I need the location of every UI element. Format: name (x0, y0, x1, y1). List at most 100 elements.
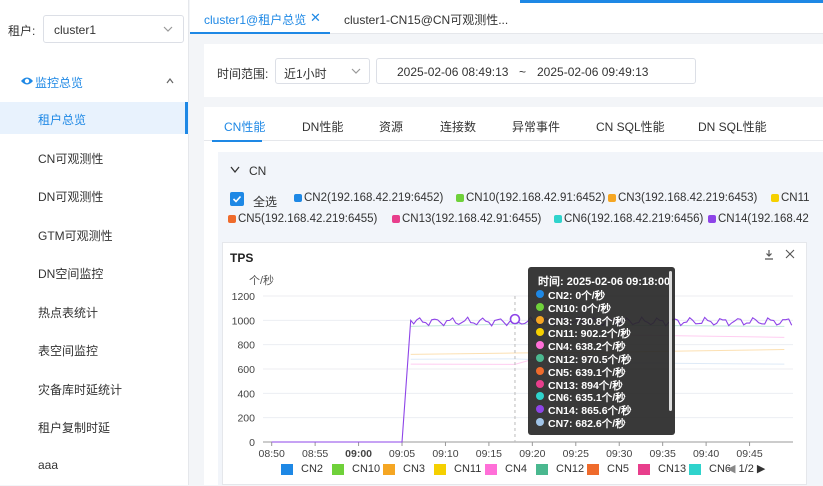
sidebar-item[interactable]: aaa (0, 449, 189, 481)
legend-label: CN10 (352, 463, 381, 475)
series-dot (536, 302, 544, 311)
tenant-select[interactable]: cluster1 (43, 15, 184, 43)
sidebar-item[interactable]: 灾备库时延统计 (0, 372, 189, 404)
sidebar-item[interactable]: DN可观测性 (0, 179, 189, 211)
page-tab-bar: cluster1@租户总览 ✕ cluster1-CN15@CN可观测性... (190, 0, 823, 34)
legend-label: CN14(192.168.42 (718, 213, 809, 225)
y-tick-label: 0 (249, 437, 255, 449)
sidebar-item[interactable]: DN空间监控 (0, 256, 189, 288)
x-tick-label: 09:10 (432, 448, 458, 460)
sidebar-item-label: GTM可观测性 (38, 228, 113, 243)
series-dot (536, 341, 544, 350)
subtab[interactable]: 资源 (367, 107, 403, 141)
subtab[interactable]: DN性能 (290, 107, 343, 141)
x-tick-label: 09:00 (345, 448, 372, 460)
chart-tooltip: 时间: 2025-02-06 09:18:00 CN2: 0个/秒 CN10: 0… (528, 267, 675, 435)
subtab-label: CN SQL性能 (596, 120, 665, 134)
end-date: 2025-02-06 09:49:13 (537, 65, 649, 79)
subtab[interactable]: 异常事件 (500, 107, 560, 141)
legend-label: CN3 (403, 463, 426, 475)
sidebar-item[interactable]: 表空间监控 (0, 333, 189, 365)
metric-subtabs: CN性能 DN性能 资源 连接数 异常事件 CN SQL性能 DN SQL性能 (204, 107, 823, 142)
sidebar-item[interactable]: CN可观测性 (0, 141, 189, 173)
nav-group-monitor-overview[interactable]: 监控总览 (0, 64, 189, 98)
series-dot (536, 366, 544, 375)
subtab-label: 连接数 (440, 120, 477, 134)
subtab[interactable]: CN性能 (212, 107, 265, 142)
legend-label: CN2(192.168.42.219:6452) (304, 192, 444, 204)
tooltip-scrollbar[interactable] (669, 271, 672, 411)
chevron-down-icon (351, 68, 361, 74)
tps-chart-card: TPS 个/秒 0 200 400 600 800 1000 1200 08:50 08:55 0… (222, 242, 807, 485)
legend-swatch (638, 464, 650, 475)
sidebar-item[interactable]: GTM可观测性 (0, 218, 189, 250)
content-panel: CN性能 DN性能 资源 连接数 异常事件 CN SQL性能 DN SQL性能 CN 全选 … (204, 107, 823, 485)
x-tick-label: 08:50 (259, 448, 285, 460)
close-icon[interactable]: ✕ (310, 10, 321, 26)
chevron-up-icon (166, 78, 174, 84)
sidebar-item[interactable]: 热点表统计 (0, 295, 189, 327)
tab-cn-observability[interactable]: cluster1-CN15@CN可观测性... (330, 0, 530, 34)
legend-swatch (294, 194, 302, 202)
prev-page-icon[interactable]: ◀ (727, 463, 735, 475)
legend-swatch (608, 194, 616, 202)
top-accent-bar (520, 0, 823, 3)
subtab-label: DN SQL性能 (698, 120, 767, 134)
legend-label: CN2 (301, 463, 324, 475)
subtab[interactable]: 连接数 (428, 107, 478, 141)
x-tick-label: 09:20 (519, 448, 545, 460)
sidebar-item-label: CN可观测性 (38, 151, 104, 166)
x-tick-label: 09:25 (563, 448, 589, 460)
series-dot (536, 392, 544, 401)
y-tick-label: 400 (237, 388, 255, 400)
time-range-value: 近1小时 (284, 67, 327, 81)
cn-panel-header[interactable]: CN (218, 152, 823, 188)
subtab-label: 资源 (379, 120, 404, 134)
legend-swatch (332, 464, 344, 475)
chevron-down-icon (163, 26, 173, 32)
cn-panel: CN 全选 CN2(192.168.42.219:6452) CN10(192.1… (218, 152, 823, 485)
sidebar-item[interactable]: 租户复制时延 (0, 410, 189, 442)
y-tick-label: 600 (237, 364, 255, 376)
legend-label: CN11 (781, 192, 810, 204)
sidebar: 租户: cluster1 监控总览 租户总览 CN可观测性 DN可观测性 GTM可观测… (0, 0, 189, 485)
next-page-icon[interactable]: ▶ (757, 463, 765, 475)
legend-swatch (456, 194, 464, 202)
cn-legend-row: CN2(192.168.42.219:6452) CN10(192.168.42.… (294, 190, 823, 208)
tps-chart[interactable]: 0 200 400 600 800 1000 1200 08:50 08:55 09:00 09:0… (223, 243, 808, 486)
legend-swatch (383, 464, 395, 475)
legend-swatch (689, 464, 701, 475)
select-all-checkbox[interactable] (230, 192, 244, 206)
x-tick-label: 09:15 (476, 448, 502, 460)
hover-point (509, 313, 521, 325)
time-range-select[interactable]: 近1小时 (275, 58, 370, 84)
sidebar-item-label: DN可观测性 (38, 190, 104, 204)
y-tick-label: 200 (237, 413, 255, 425)
series-dot (536, 379, 544, 388)
series-dot (536, 315, 544, 324)
tab-tenant-overview[interactable]: cluster1@租户总览 ✕ (190, 0, 330, 34)
eye-icon (21, 77, 33, 85)
chevron-down-icon (230, 166, 240, 174)
legend-swatch (392, 215, 400, 223)
subtab[interactable]: CN SQL性能 (584, 107, 665, 141)
cn-legend-row: CN5(192.168.42.219:6455) CN13(192.168.42.… (228, 211, 823, 229)
sidebar-item[interactable]: 租户总览 (0, 102, 189, 134)
series-dot (536, 290, 544, 298)
y-tick-label: 800 (237, 340, 255, 352)
legend-swatch (228, 215, 236, 223)
sidebar-item-label: 表空间监控 (38, 344, 99, 358)
legend-swatch (281, 464, 293, 475)
legend-swatch (485, 464, 497, 475)
subtab-label: 异常事件 (512, 120, 561, 134)
y-tick-label: 1000 (232, 315, 256, 327)
date-separator: ~ (519, 65, 527, 79)
page-indicator: 1/2 (738, 463, 754, 475)
legend-swatch (554, 215, 562, 223)
subtab[interactable]: DN SQL性能 (686, 107, 767, 141)
date-range-picker[interactable]: 2025-02-06 08:49:13 ~ 2025-02-06 09:49:1… (376, 58, 696, 84)
cn-panel-title: CN (249, 164, 267, 178)
legend-label: CN11 (454, 463, 482, 475)
x-tick-label: 09:35 (650, 448, 676, 460)
tenant-select-value: cluster1 (54, 23, 97, 37)
